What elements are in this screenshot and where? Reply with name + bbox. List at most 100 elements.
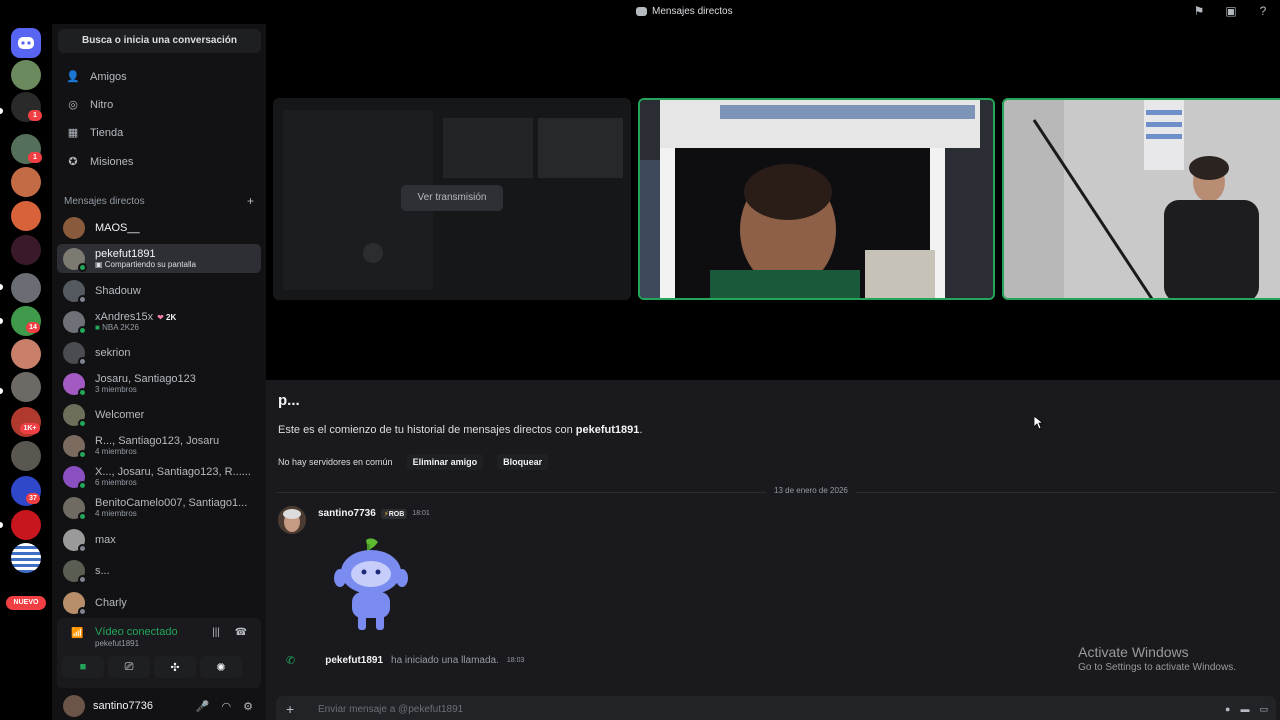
message-author[interactable]: santino7736: [318, 508, 376, 519]
message-composer[interactable]: + Enviar mensaje a @pekefut1891 ● ▬ ▭: [276, 696, 1276, 720]
dm-name: R..., Santiago123, Josaru: [95, 435, 220, 447]
voice-channel[interactable]: pekefut1891: [95, 639, 139, 648]
disconnect-icon[interactable]: ☎: [234, 627, 248, 641]
upload-plus-icon[interactable]: +: [286, 701, 294, 717]
mention-badge: 37: [26, 493, 40, 504]
dm-item[interactable]: xAndres15x ❤ 2K ■ NBA 2K26: [57, 307, 261, 336]
nav-shop[interactable]: ▦ Tienda: [56, 120, 262, 146]
dm-item[interactable]: Welcomer: [57, 400, 261, 429]
dm-item[interactable]: BenitoCamelo007, Santiago1... 4 miembros: [57, 493, 261, 522]
online-status-icon: [78, 387, 87, 397]
composer-placeholder: Enviar mensaje a @pekefut1891: [318, 704, 464, 715]
unread-pill: [0, 284, 3, 290]
shop-icon: ▦: [67, 127, 79, 139]
nav-nitro[interactable]: ◎ Nitro: [56, 92, 262, 118]
gif-icon[interactable]: ▬: [1240, 704, 1249, 715]
nav-label: Nitro: [90, 99, 114, 111]
message-avatar[interactable]: [278, 506, 306, 534]
voice-settings-icon[interactable]: |||: [209, 627, 223, 641]
dm-activity-text: NBA 2K26: [102, 323, 139, 332]
avatar: [63, 591, 87, 616]
watermark-line2: Go to Settings to activate Windows.: [1078, 662, 1236, 673]
dm-activity-text: Compartiendo su pantalla: [104, 260, 196, 269]
new-badge[interactable]: NUEVO: [6, 596, 46, 610]
server-icon[interactable]: [11, 543, 41, 573]
server-icon[interactable]: [11, 167, 41, 197]
gift-icon[interactable]: ●: [1225, 704, 1230, 715]
clan-tag[interactable]: ⚡ROB: [380, 508, 408, 519]
intro-username: pekefut1891: [575, 424, 640, 436]
inbox-icon[interactable]: ▣: [1224, 4, 1238, 18]
discord-home-button[interactable]: [11, 28, 41, 58]
offline-status-icon: [78, 574, 87, 584]
server-icon[interactable]: [11, 201, 41, 231]
voice-status[interactable]: Vídeo conectado: [95, 626, 178, 638]
create-dm-icon[interactable]: +: [247, 195, 254, 207]
user-name[interactable]: santino7736: [93, 700, 153, 712]
screen-share-button[interactable]: ⎚: [108, 656, 150, 678]
gear-icon[interactable]: ⚙: [243, 700, 253, 713]
unread-pill: [0, 388, 3, 394]
avatar: [63, 341, 87, 366]
stream-tile[interactable]: Ver transmisión: [273, 98, 631, 300]
call-event: ✆ pekefut1891 ha iniciado una llamada. 1…: [286, 654, 524, 667]
microphone-icon[interactable]: 🎤: [196, 700, 210, 713]
dm-item[interactable]: Charly: [57, 588, 261, 617]
unread-pill: [0, 108, 3, 114]
intro-text: Este es el comienzo de tu historial de m…: [278, 424, 576, 436]
help-icon[interactable]: ?: [1256, 4, 1270, 18]
mutual-servers[interactable]: No hay servidores en común: [278, 457, 393, 467]
server-icon[interactable]: [11, 441, 41, 471]
offline-status-icon: [78, 294, 87, 304]
message-header: santino7736 ⚡ROB 18:01: [318, 508, 430, 519]
block-button[interactable]: Bloquear: [497, 454, 549, 470]
window-title: Mensajes directos: [636, 6, 733, 17]
dm-name: Josaru, Santiago123: [95, 373, 196, 385]
camera-button[interactable]: ■: [62, 656, 104, 678]
dm-section-header: Mensajes directos +: [64, 195, 254, 207]
online-status-icon: [78, 325, 87, 335]
video-tile[interactable]: [1002, 98, 1280, 300]
sticker-icon[interactable]: ▭: [1259, 704, 1268, 715]
server-icon[interactable]: [11, 60, 41, 90]
search-conversation-button[interactable]: Busca o inicia una conversación: [58, 29, 261, 53]
nav-quests[interactable]: ✪ Misiones: [56, 149, 262, 175]
signal-icon: 📶: [71, 628, 84, 639]
clan-tag-text: ROB: [388, 510, 405, 518]
wumpus-sticker[interactable]: [332, 536, 410, 632]
unread-pill: [0, 318, 3, 324]
server-icon[interactable]: [11, 510, 41, 540]
dm-item[interactable]: max: [57, 525, 261, 554]
dm-item[interactable]: Shadouw: [57, 276, 261, 305]
avatar: [63, 528, 87, 553]
dm-name: Welcomer: [95, 408, 145, 421]
server-icon[interactable]: [11, 235, 41, 265]
server-icon[interactable]: [11, 339, 41, 369]
server-icon[interactable]: [11, 372, 41, 402]
badge-text: 2K: [166, 313, 177, 322]
dm-name: sekrion: [95, 346, 131, 359]
video-tile[interactable]: [638, 98, 995, 300]
flag-icon[interactable]: ⚑: [1192, 4, 1206, 18]
quests-icon: ✪: [68, 156, 78, 168]
nav-friends[interactable]: 👤 Amigos: [56, 64, 262, 90]
dm-item[interactable]: MAOS__: [57, 213, 261, 242]
dm-item[interactable]: s...: [57, 556, 261, 585]
dm-item-active[interactable]: pekefut1891 ▣ Compartiendo su pantalla: [57, 244, 261, 273]
dm-item[interactable]: sekrion: [57, 338, 261, 367]
call-event-user[interactable]: pekefut1891: [325, 655, 383, 666]
user-avatar[interactable]: [63, 695, 85, 717]
dm-item[interactable]: X..., Josaru, Santiago123, R...... 6 mie…: [57, 462, 261, 491]
headphones-icon[interactable]: ◠: [222, 700, 232, 713]
dm-item[interactable]: Josaru, Santiago123 3 miembros: [57, 369, 261, 398]
remove-friend-button[interactable]: Eliminar amigo: [406, 454, 484, 470]
server-icon[interactable]: [11, 273, 41, 303]
heart-icon: ❤: [157, 313, 164, 322]
screen-share-icon: ⎚: [124, 660, 134, 673]
soundboard-button[interactable]: ✺: [200, 656, 242, 678]
dm-name: pekefut1891: [95, 248, 156, 260]
watermark-line1: Activate Windows: [1078, 644, 1189, 660]
dm-item[interactable]: R..., Santiago123, Josaru 4 miembros: [57, 431, 261, 460]
activities-button[interactable]: ✣: [154, 656, 196, 678]
watch-stream-button[interactable]: Ver transmisión: [401, 185, 503, 211]
